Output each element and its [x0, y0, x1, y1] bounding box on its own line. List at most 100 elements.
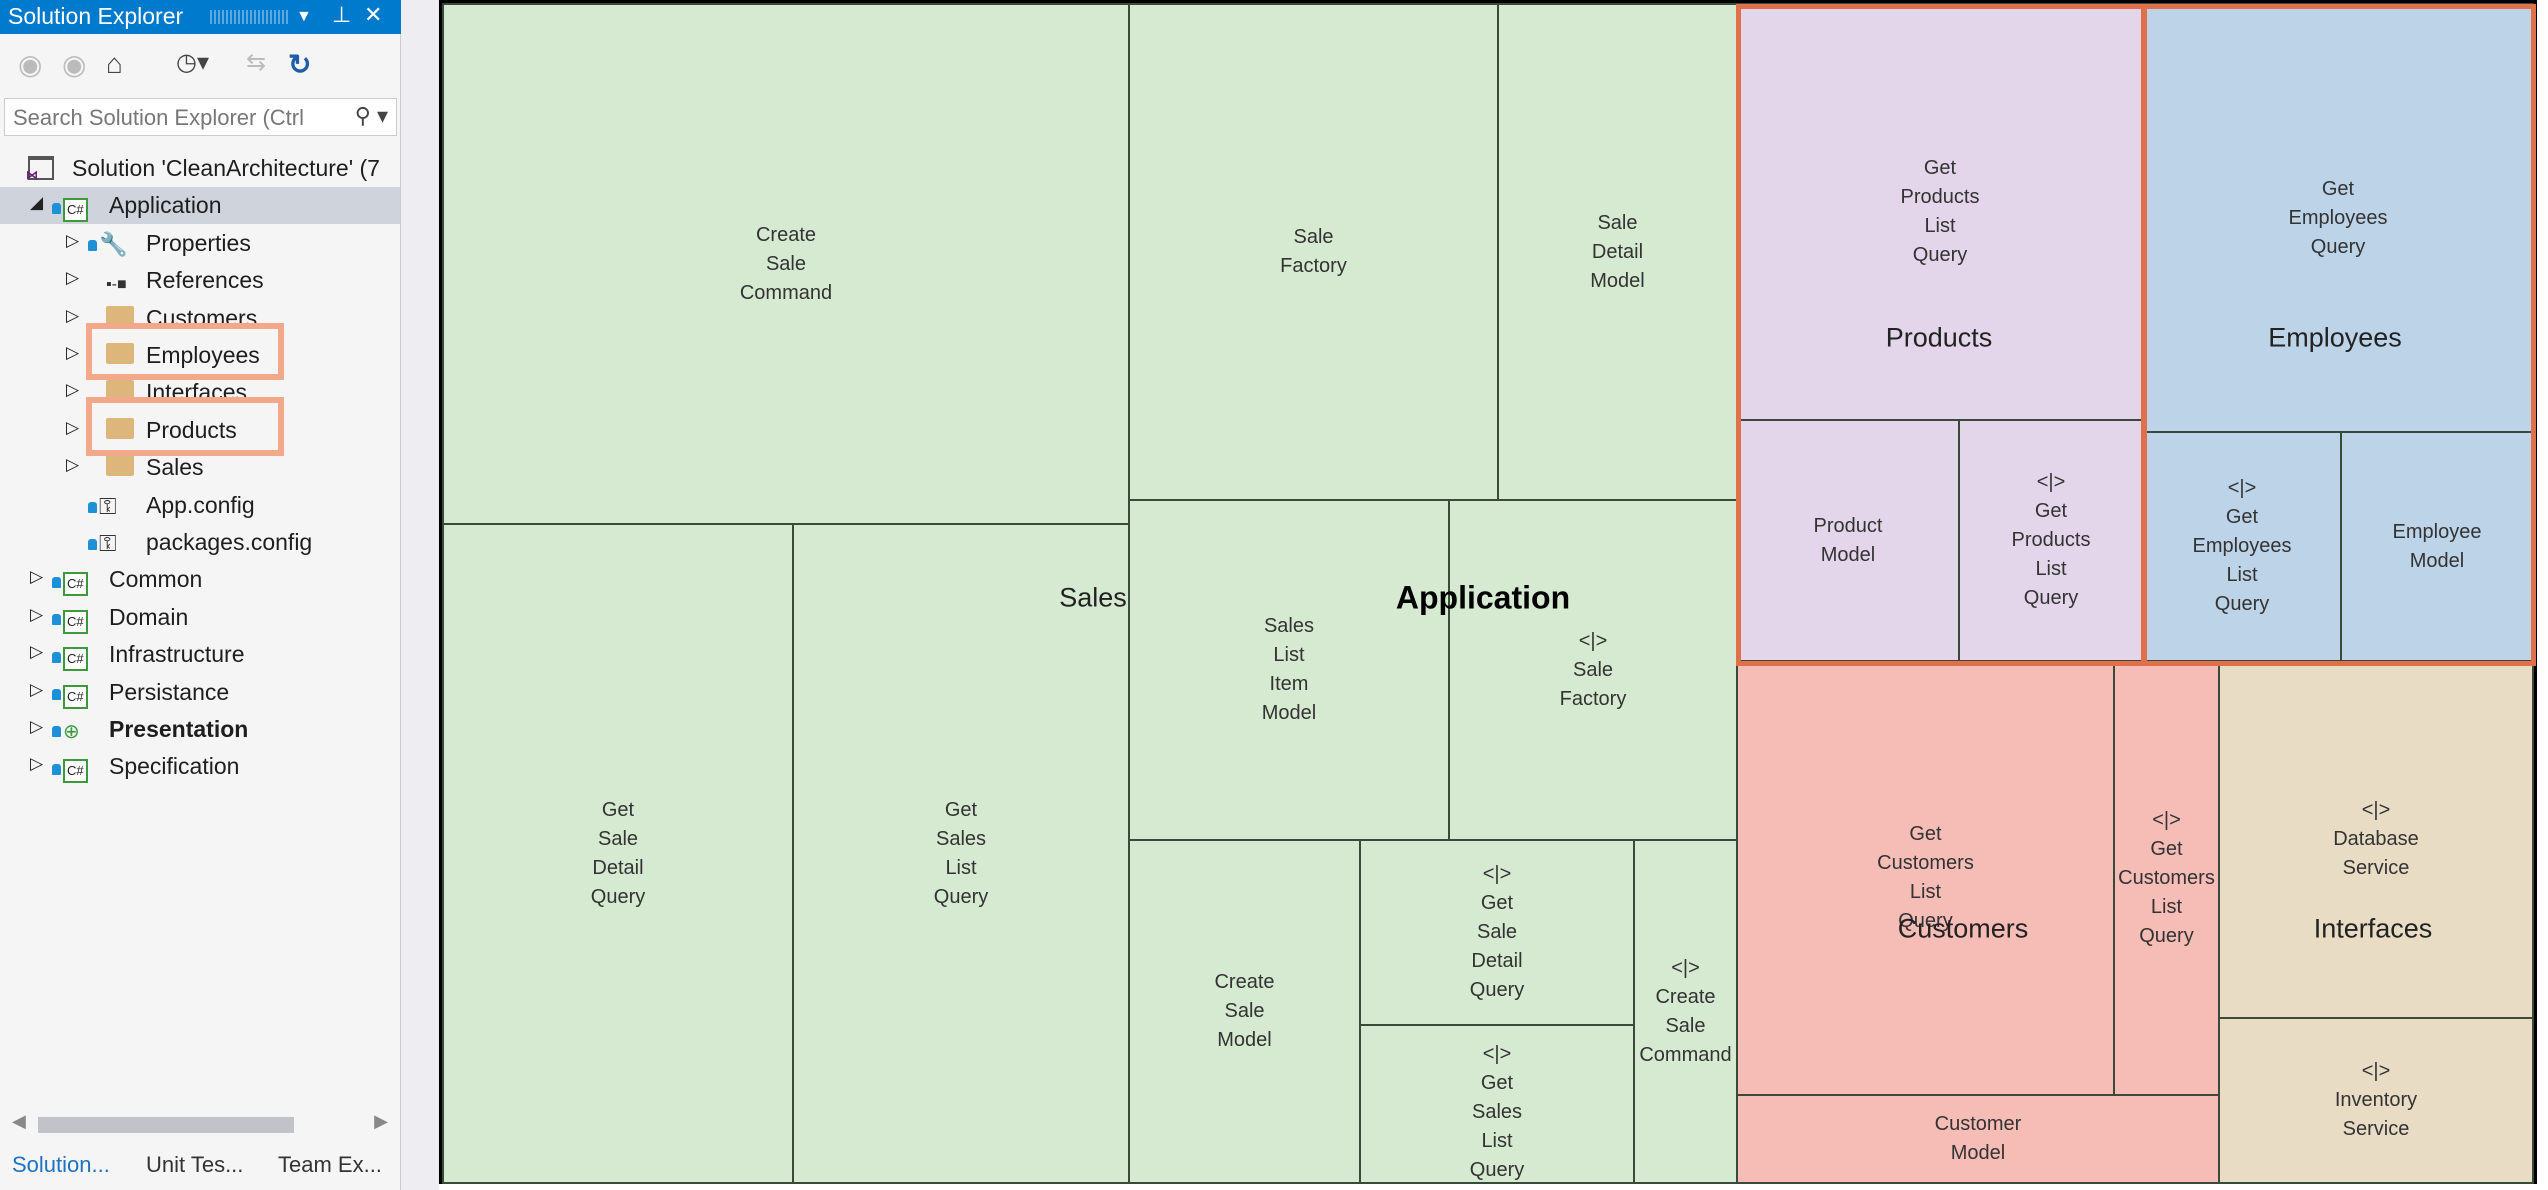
- treemap-cell[interactable]: Get Sale Detail Query: [442, 523, 794, 1184]
- treemap-cell[interactable]: Sale Detail Model: [1497, 3, 1738, 501]
- search-icon[interactable]: ⚲ ▾: [355, 103, 388, 129]
- tree-item-label: Properties: [146, 229, 251, 256]
- tree-item-packages-config[interactable]: ⚿ packages.config: [0, 524, 400, 561]
- treemap-cell[interactable]: Sales List Item Model: [1128, 499, 1450, 841]
- scrollbar-thumb[interactable]: [38, 1117, 294, 1133]
- treemap-cell[interactable]: Sale Factory: [1128, 3, 1499, 501]
- expand-arrow-icon[interactable]: ▷: [66, 306, 79, 326]
- panel-splitter[interactable]: [401, 0, 439, 1190]
- scroll-right-icon[interactable]: ▶: [374, 1111, 388, 1132]
- tree-item-properties[interactable]: ▷ 🔧 Properties: [0, 225, 400, 262]
- config-file-icon: ⚿: [88, 493, 117, 520]
- treemap-cell[interactable]: <|> Get Sales List Query: [1359, 1024, 1635, 1184]
- toolbar: ◉ ◉ ⌂ ◷▾ ⇆ ↻: [0, 36, 401, 94]
- expand-arrow-icon[interactable]: ▷: [30, 642, 43, 662]
- treemap-cell[interactable]: <|> Get Customers List Query: [2113, 660, 2220, 1096]
- tree-item-presentation[interactable]: ▷ ⊕ Presentation: [0, 711, 400, 748]
- expand-arrow-icon[interactable]: ▷: [66, 380, 79, 400]
- tree-item-label: Domain: [109, 603, 189, 630]
- search-input[interactable]: Search Solution Explorer (Ctrl ⚲ ▾: [4, 98, 397, 136]
- group-label-products: Products: [1885, 322, 1993, 353]
- horizontal-scrollbar[interactable]: ◀ ▶: [10, 1111, 390, 1134]
- tree-item-persistance[interactable]: ▷ C# Persistance: [0, 674, 400, 711]
- dropdown-arrow-icon[interactable]: ▼: [296, 8, 312, 26]
- tree-item-app-config[interactable]: ⚿ App.config: [0, 487, 400, 524]
- expand-arrow-icon[interactable]: ▷: [66, 343, 79, 363]
- collapse-arrow-icon[interactable]: ◢: [30, 193, 43, 213]
- highlight-box-products: [86, 397, 284, 456]
- treemap-cell[interactable]: Get Sales List Query: [792, 523, 1130, 1184]
- expand-arrow-icon[interactable]: ▷: [30, 754, 43, 774]
- tab-unit-tests[interactable]: Unit Tes...: [146, 1152, 243, 1178]
- tree-item-label: Specification: [109, 753, 240, 780]
- csharp-project-icon: C#: [52, 680, 88, 709]
- tree-item-infrastructure[interactable]: ▷ C# Infrastructure: [0, 636, 400, 673]
- treemap-cell[interactable]: Get Customers List Query: [1736, 660, 2115, 1096]
- tab-solution-explorer[interactable]: Solution...: [12, 1152, 110, 1178]
- pin-icon[interactable]: ⊥: [332, 2, 351, 28]
- scroll-left-icon[interactable]: ◀: [12, 1111, 26, 1132]
- tree-item-label: Persistance: [109, 678, 230, 705]
- tree-item-references[interactable]: ▷ ▪-■ References: [0, 262, 400, 299]
- pending-changes-icon[interactable]: ◷▾: [176, 48, 209, 77]
- tree-item-label: App.config: [146, 491, 255, 518]
- tree-item-application[interactable]: ◢ C# Application: [0, 187, 400, 225]
- csharp-project-icon: C#: [52, 642, 88, 672]
- solution-icon: ⋈: [26, 156, 54, 186]
- highlight-box-employees: [86, 323, 284, 380]
- solution-explorer-panel: Solution Explorer ▼ ⊥ ✕ ◉ ◉ ⌂ ◷▾ ⇆ ↻ Sea…: [0, 0, 401, 1190]
- web-project-icon: ⊕: [52, 717, 80, 744]
- treemap-cell[interactable]: <|> Inventory Service: [2218, 1017, 2534, 1184]
- close-icon[interactable]: ✕: [364, 2, 382, 28]
- expand-arrow-icon[interactable]: ▷: [30, 605, 43, 625]
- tree-item-specification[interactable]: ▷ C# Specification: [0, 748, 400, 785]
- sync-icon[interactable]: ⇆: [246, 48, 266, 77]
- csharp-project-icon: C#: [52, 605, 88, 634]
- config-file-icon: ⚿: [88, 530, 117, 557]
- tree-item-label: Application: [109, 192, 222, 219]
- tree-item-domain[interactable]: ▷ C# Domain: [0, 599, 400, 636]
- drag-grip[interactable]: [210, 10, 290, 24]
- tree-item-label: Solution 'CleanArchitecture' (7: [72, 155, 380, 181]
- tree-item-label: References: [146, 267, 264, 294]
- panel-title: Solution Explorer: [8, 3, 184, 29]
- tree-item-label: Sales: [146, 454, 204, 481]
- expand-arrow-icon[interactable]: ▷: [30, 680, 43, 700]
- code-map-treemap: Create Sale Command Get Sale Detail Quer…: [439, 0, 2537, 1184]
- expand-arrow-icon[interactable]: ▷: [66, 455, 79, 475]
- treemap-cell[interactable]: Create Sale Model: [1128, 839, 1361, 1184]
- panel-tabs: Solution... Unit Tes... Team Ex...: [0, 1144, 401, 1190]
- expand-arrow-icon[interactable]: ▷: [30, 717, 43, 737]
- back-icon[interactable]: ◉: [18, 48, 42, 81]
- treemap-cell[interactable]: <|> Database Service: [2218, 660, 2534, 1019]
- expand-arrow-icon[interactable]: ▷: [66, 268, 79, 288]
- folder-icon: [106, 455, 134, 482]
- tree-item-common[interactable]: ▷ C# Common: [0, 561, 400, 598]
- tab-team-explorer[interactable]: Team Ex...: [278, 1152, 382, 1178]
- treemap-cell[interactable]: <|> Get Sale Detail Query: [1359, 839, 1635, 1026]
- refresh-icon[interactable]: ↻: [288, 48, 311, 81]
- treemap-cell[interactable]: Create Sale Command: [442, 3, 1130, 525]
- references-icon: ▪-■: [106, 276, 127, 294]
- panel-title-bar: Solution Explorer ▼ ⊥ ✕: [0, 0, 401, 34]
- group-label-customers: Customers: [1897, 913, 2029, 944]
- expand-arrow-icon[interactable]: ▷: [66, 418, 79, 438]
- expand-arrow-icon[interactable]: ▷: [30, 567, 43, 587]
- treemap-cell[interactable]: <|> Create Sale Command: [1633, 839, 1738, 1184]
- home-icon[interactable]: ⌂: [106, 48, 123, 80]
- tree-item-solution-cleanarchitecture-7[interactable]: ⋈ Solution 'CleanArchitecture' (7: [0, 150, 400, 187]
- expand-arrow-icon[interactable]: ▷: [66, 231, 79, 251]
- tree-item-label: Infrastructure: [109, 641, 245, 668]
- wrench-icon: 🔧: [88, 231, 128, 258]
- tree-item-label: Common: [109, 566, 203, 593]
- group-label-interfaces: Interfaces: [2313, 913, 2433, 944]
- csharp-project-icon: C#: [52, 754, 88, 784]
- group-label-employees: Employees: [2268, 322, 2402, 353]
- treemap-cell[interactable]: Customer Model: [1736, 1094, 2220, 1184]
- tree-item-label: Presentation: [109, 716, 249, 742]
- treemap-cell[interactable]: <|> Sale Factory: [1448, 499, 1738, 841]
- forward-icon[interactable]: ◉: [62, 48, 86, 81]
- csharp-project-icon: C#: [52, 193, 88, 223]
- csharp-project-icon: C#: [52, 567, 88, 597]
- group-label-sales: Sales: [1059, 582, 1127, 613]
